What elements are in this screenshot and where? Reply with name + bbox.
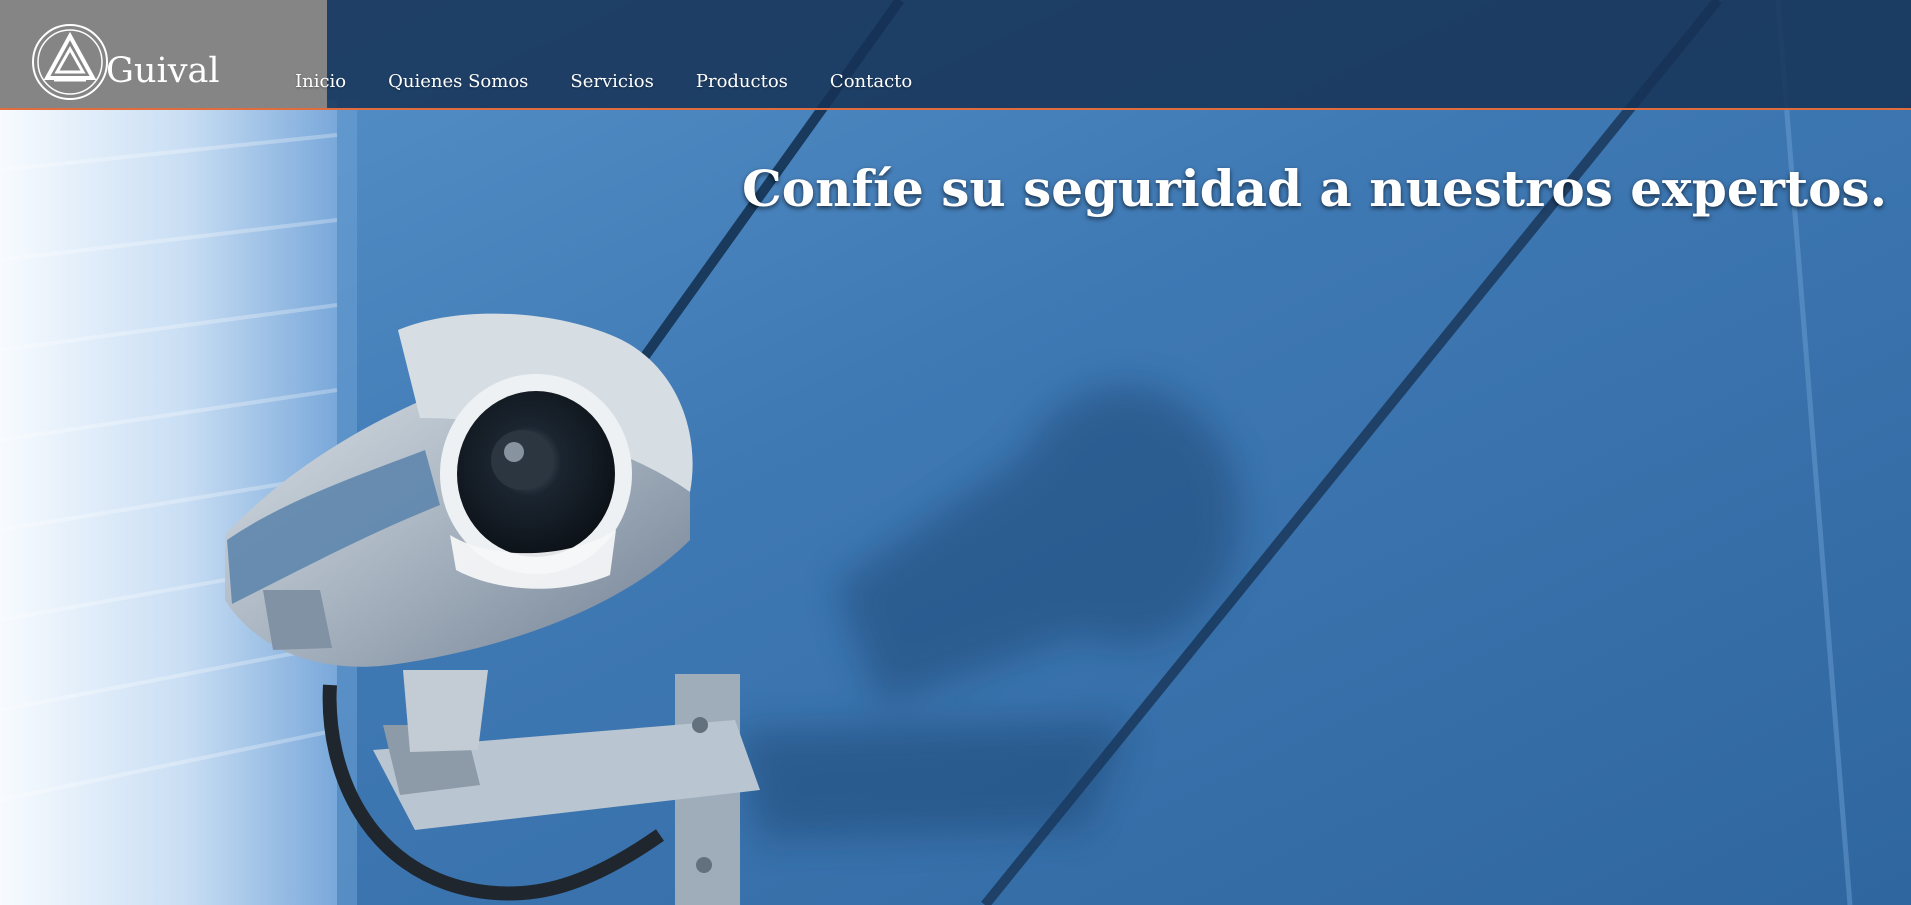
nav-item-inicio[interactable]: Inicio bbox=[295, 70, 346, 94]
guival-triangle-logo-icon bbox=[32, 24, 108, 100]
brand-name: Guival bbox=[106, 51, 220, 91]
nav-item-contacto[interactable]: Contacto bbox=[830, 70, 912, 94]
logo-link[interactable]: Guival bbox=[0, 0, 327, 108]
nav-item-servicios[interactable]: Servicios bbox=[570, 70, 653, 94]
site-header: Guival Inicio Quienes Somos Servicios Pr… bbox=[0, 0, 1911, 110]
nav-item-productos[interactable]: Productos bbox=[696, 70, 788, 94]
nav-item-quienes-somos[interactable]: Quienes Somos bbox=[388, 70, 528, 94]
hero-headline: Confíe su seguridad a nuestros expertos. bbox=[741, 158, 1887, 218]
main-navigation: Inicio Quienes Somos Servicios Productos… bbox=[295, 70, 954, 94]
hero-image bbox=[0, 0, 1911, 905]
landing-page: Guival Inicio Quienes Somos Servicios Pr… bbox=[0, 0, 1911, 905]
